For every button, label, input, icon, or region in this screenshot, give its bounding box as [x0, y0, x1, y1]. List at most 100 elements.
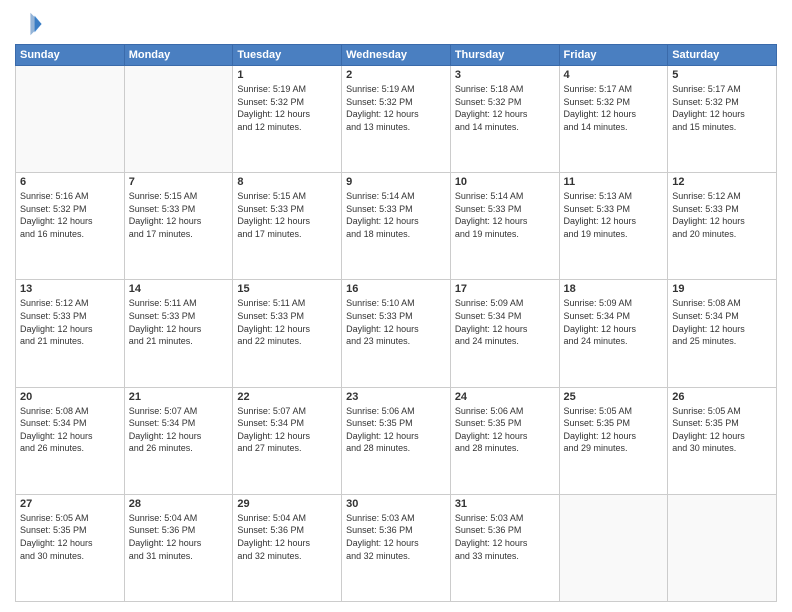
calendar-week-row: 13Sunrise: 5:12 AM Sunset: 5:33 PM Dayli…: [16, 280, 777, 387]
calendar-table: SundayMondayTuesdayWednesdayThursdayFrid…: [15, 44, 777, 602]
day-number: 23: [346, 391, 446, 403]
day-number: 1: [237, 69, 337, 81]
day-info: Sunrise: 5:14 AM Sunset: 5:33 PM Dayligh…: [455, 190, 555, 240]
day-info: Sunrise: 5:04 AM Sunset: 5:36 PM Dayligh…: [129, 512, 229, 562]
day-number: 7: [129, 176, 229, 188]
day-number: 25: [564, 391, 664, 403]
calendar-cell: 2Sunrise: 5:19 AM Sunset: 5:32 PM Daylig…: [342, 66, 451, 173]
calendar-cell: [16, 66, 125, 173]
calendar-cell: 6 Sunrise: 5:16 AM Sunset: 5:32 PM Daylig…: [16, 173, 125, 280]
calendar-week-row: 6 Sunrise: 5:16 AM Sunset: 5:32 PM Daylig…: [16, 173, 777, 280]
day-info: Sunrise: 5:17 AM Sunset: 5:32 PM Dayligh…: [672, 83, 772, 133]
calendar-cell: [559, 494, 668, 601]
calendar-cell: 24 Sunrise: 5:06 AM Sunset: 5:35 PM Dayli…: [450, 387, 559, 494]
day-number: 16: [346, 283, 446, 295]
day-info: Sunrise: 5:15 AM Sunset: 5:33 PM Dayligh…: [129, 190, 229, 240]
weekday-header-row: SundayMondayTuesdayWednesdayThursdayFrid…: [16, 45, 777, 66]
calendar-cell: 21 Sunrise: 5:07 AM Sunset: 5:34 PM Dayli…: [124, 387, 233, 494]
day-info: Sunrise: 5:14 AM Sunset: 5:33 PM Dayligh…: [346, 190, 446, 240]
calendar-cell: 25 Sunrise: 5:05 AM Sunset: 5:35 PM Dayli…: [559, 387, 668, 494]
day-info: Sunrise: 5:11 AM Sunset: 5:33 PM Dayligh…: [237, 297, 337, 347]
weekday-header-thursday: Thursday: [450, 45, 559, 66]
calendar-cell: 11Sunrise: 5:13 AM Sunset: 5:33 PM Dayli…: [559, 173, 668, 280]
day-info: Sunrise: 5:06 AM Sunset: 5:35 PM Dayligh…: [455, 405, 555, 455]
day-info: Sunrise: 5:03 AM Sunset: 5:36 PM Dayligh…: [455, 512, 555, 562]
calendar-cell: 5 Sunrise: 5:17 AM Sunset: 5:32 PM Daylig…: [668, 66, 777, 173]
header: [15, 10, 777, 38]
day-number: 27: [20, 498, 120, 510]
day-info: Sunrise: 5:09 AM Sunset: 5:34 PM Dayligh…: [455, 297, 555, 347]
logo-icon: [15, 10, 43, 38]
day-number: 26: [672, 391, 772, 403]
day-number: 29: [237, 498, 337, 510]
calendar-cell: 23 Sunrise: 5:06 AM Sunset: 5:35 PM Dayli…: [342, 387, 451, 494]
day-number: 28: [129, 498, 229, 510]
day-info: Sunrise: 5:08 AM Sunset: 5:34 PM Dayligh…: [20, 405, 120, 455]
day-info: Sunrise: 5:05 AM Sunset: 5:35 PM Dayligh…: [564, 405, 664, 455]
calendar-cell: [668, 494, 777, 601]
day-number: 6: [20, 176, 120, 188]
weekday-header-monday: Monday: [124, 45, 233, 66]
calendar-cell: 27Sunrise: 5:05 AM Sunset: 5:35 PM Dayli…: [16, 494, 125, 601]
day-number: 20: [20, 391, 120, 403]
day-number: 18: [564, 283, 664, 295]
day-number: 4: [564, 69, 664, 81]
day-info: Sunrise: 5:07 AM Sunset: 5:34 PM Dayligh…: [129, 405, 229, 455]
calendar-cell: 17 Sunrise: 5:09 AM Sunset: 5:34 PM Dayli…: [450, 280, 559, 387]
calendar-cell: 7 Sunrise: 5:15 AM Sunset: 5:33 PM Daylig…: [124, 173, 233, 280]
day-info: Sunrise: 5:17 AM Sunset: 5:32 PM Dayligh…: [564, 83, 664, 133]
calendar-cell: 15 Sunrise: 5:11 AM Sunset: 5:33 PM Dayli…: [233, 280, 342, 387]
calendar-cell: 26 Sunrise: 5:05 AM Sunset: 5:35 PM Dayli…: [668, 387, 777, 494]
calendar-cell: 14 Sunrise: 5:11 AM Sunset: 5:33 PM Dayli…: [124, 280, 233, 387]
day-info: Sunrise: 5:19 AM Sunset: 5:32 PM Dayligh…: [346, 83, 446, 133]
day-info: Sunrise: 5:04 AM Sunset: 5:36 PM Dayligh…: [237, 512, 337, 562]
calendar-cell: 20 Sunrise: 5:08 AM Sunset: 5:34 PM Dayli…: [16, 387, 125, 494]
day-info: Sunrise: 5:06 AM Sunset: 5:35 PM Dayligh…: [346, 405, 446, 455]
calendar-cell: 31Sunrise: 5:03 AM Sunset: 5:36 PM Dayli…: [450, 494, 559, 601]
day-number: 5: [672, 69, 772, 81]
calendar-cell: 13Sunrise: 5:12 AM Sunset: 5:33 PM Dayli…: [16, 280, 125, 387]
day-number: 14: [129, 283, 229, 295]
calendar-cell: 29 Sunrise: 5:04 AM Sunset: 5:36 PM Dayli…: [233, 494, 342, 601]
day-number: 8: [237, 176, 337, 188]
day-number: 30: [346, 498, 446, 510]
day-info: Sunrise: 5:11 AM Sunset: 5:33 PM Dayligh…: [129, 297, 229, 347]
calendar-week-row: 1 Sunrise: 5:19 AM Sunset: 5:32 PM Daylig…: [16, 66, 777, 173]
day-info: Sunrise: 5:12 AM Sunset: 5:33 PM Dayligh…: [672, 190, 772, 240]
day-info: Sunrise: 5:19 AM Sunset: 5:32 PM Dayligh…: [237, 83, 337, 133]
day-info: Sunrise: 5:15 AM Sunset: 5:33 PM Dayligh…: [237, 190, 337, 240]
calendar-cell: 28 Sunrise: 5:04 AM Sunset: 5:36 PM Dayli…: [124, 494, 233, 601]
day-number: 10: [455, 176, 555, 188]
calendar-cell: 1 Sunrise: 5:19 AM Sunset: 5:32 PM Daylig…: [233, 66, 342, 173]
calendar-cell: 12Sunrise: 5:12 AM Sunset: 5:33 PM Dayli…: [668, 173, 777, 280]
day-info: Sunrise: 5:09 AM Sunset: 5:34 PM Dayligh…: [564, 297, 664, 347]
calendar-cell: 16 Sunrise: 5:10 AM Sunset: 5:33 PM Dayli…: [342, 280, 451, 387]
calendar-cell: 18 Sunrise: 5:09 AM Sunset: 5:34 PM Dayli…: [559, 280, 668, 387]
day-number: 9: [346, 176, 446, 188]
page: SundayMondayTuesdayWednesdayThursdayFrid…: [0, 0, 792, 612]
day-number: 24: [455, 391, 555, 403]
day-info: Sunrise: 5:07 AM Sunset: 5:34 PM Dayligh…: [237, 405, 337, 455]
day-info: Sunrise: 5:10 AM Sunset: 5:33 PM Dayligh…: [346, 297, 446, 347]
day-info: Sunrise: 5:03 AM Sunset: 5:36 PM Dayligh…: [346, 512, 446, 562]
day-info: Sunrise: 5:13 AM Sunset: 5:33 PM Dayligh…: [564, 190, 664, 240]
day-number: 17: [455, 283, 555, 295]
calendar-cell: 30 Sunrise: 5:03 AM Sunset: 5:36 PM Dayli…: [342, 494, 451, 601]
calendar-cell: 9 Sunrise: 5:14 AM Sunset: 5:33 PM Daylig…: [342, 173, 451, 280]
day-info: Sunrise: 5:18 AM Sunset: 5:32 PM Dayligh…: [455, 83, 555, 133]
calendar-cell: 4 Sunrise: 5:17 AM Sunset: 5:32 PM Daylig…: [559, 66, 668, 173]
weekday-header-friday: Friday: [559, 45, 668, 66]
calendar-cell: 19Sunrise: 5:08 AM Sunset: 5:34 PM Dayli…: [668, 280, 777, 387]
weekday-header-tuesday: Tuesday: [233, 45, 342, 66]
calendar-cell: [124, 66, 233, 173]
weekday-header-sunday: Sunday: [16, 45, 125, 66]
day-info: Sunrise: 5:12 AM Sunset: 5:33 PM Dayligh…: [20, 297, 120, 347]
calendar-cell: 10 Sunrise: 5:14 AM Sunset: 5:33 PM Dayli…: [450, 173, 559, 280]
day-info: Sunrise: 5:05 AM Sunset: 5:35 PM Dayligh…: [672, 405, 772, 455]
day-number: 3: [455, 69, 555, 81]
calendar-cell: 8 Sunrise: 5:15 AM Sunset: 5:33 PM Daylig…: [233, 173, 342, 280]
day-info: Sunrise: 5:16 AM Sunset: 5:32 PM Dayligh…: [20, 190, 120, 240]
day-number: 21: [129, 391, 229, 403]
day-number: 15: [237, 283, 337, 295]
logo: [15, 10, 47, 38]
